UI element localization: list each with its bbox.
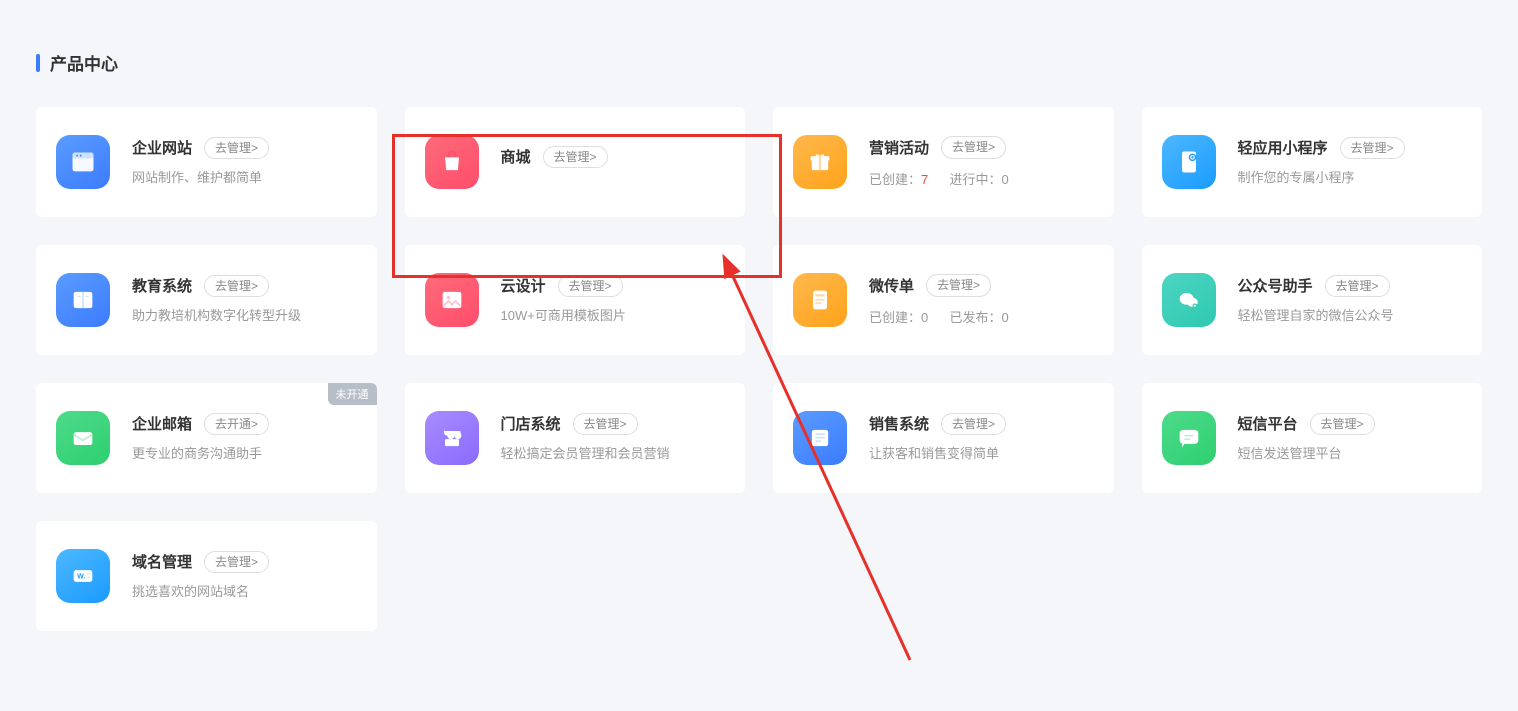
card-flyer[interactable]: 微传单 去管理> 已创建：0 已发布：0 bbox=[773, 245, 1114, 355]
list-icon bbox=[793, 411, 847, 465]
card-marketing[interactable]: 营销活动 去管理> 已创建：7 进行中：0 bbox=[773, 107, 1114, 217]
card-desc: 短信发送管理平台 bbox=[1238, 445, 1461, 463]
wechat-icon bbox=[1162, 273, 1216, 327]
card-title: 企业网站 bbox=[132, 137, 192, 158]
card-domain-management[interactable]: W. 域名管理 去管理> 挑选喜欢的网站域名 bbox=[36, 521, 377, 631]
miniprogram-icon bbox=[1162, 135, 1216, 189]
manage-button[interactable]: 去管理> bbox=[941, 413, 1006, 436]
manage-button[interactable]: 去管理> bbox=[1340, 137, 1405, 160]
manage-button[interactable]: 去管理> bbox=[573, 413, 638, 436]
manage-button[interactable]: 去管理> bbox=[204, 137, 269, 160]
card-desc: 网站制作、维护都简单 bbox=[132, 169, 355, 187]
card-title: 短信平台 bbox=[1238, 413, 1298, 434]
store-icon bbox=[425, 411, 479, 465]
stats-publish-label: 已发布： bbox=[950, 310, 1002, 325]
card-title: 营销活动 bbox=[869, 137, 929, 158]
card-title: 门店系统 bbox=[501, 413, 561, 434]
book-icon bbox=[56, 273, 110, 327]
card-desc: 10W+可商用模板图片 bbox=[501, 307, 724, 325]
card-miniprogram[interactable]: 轻应用小程序 去管理> 制作您的专属小程序 bbox=[1142, 107, 1483, 217]
card-title: 云设计 bbox=[501, 275, 546, 296]
section-title-text: 产品中心 bbox=[50, 50, 118, 75]
manage-button[interactable]: 去管理> bbox=[1325, 275, 1390, 298]
card-title: 商城 bbox=[501, 146, 531, 167]
image-icon bbox=[425, 273, 479, 327]
card-enterprise-website[interactable]: 企业网站 去管理> 网站制作、维护都简单 bbox=[36, 107, 377, 217]
card-wechat-assistant[interactable]: 公众号助手 去管理> 轻松管理自家的微信公众号 bbox=[1142, 245, 1483, 355]
card-sales-system[interactable]: 销售系统 去管理> 让获客和销售变得简单 bbox=[773, 383, 1114, 493]
mail-icon bbox=[56, 411, 110, 465]
manage-button[interactable]: 去管理> bbox=[558, 275, 623, 298]
activate-button[interactable]: 去开通> bbox=[204, 413, 269, 436]
card-desc: 挑选喜欢的网站域名 bbox=[132, 583, 355, 601]
card-desc: 制作您的专属小程序 bbox=[1238, 169, 1461, 187]
shopping-bag-icon bbox=[425, 135, 479, 189]
manage-button[interactable]: 去管理> bbox=[543, 146, 608, 169]
gift-icon bbox=[793, 135, 847, 189]
card-desc: 让获客和销售变得简单 bbox=[869, 445, 1092, 463]
message-icon bbox=[1162, 411, 1216, 465]
svg-text:W.: W. bbox=[77, 573, 85, 580]
card-title: 域名管理 bbox=[132, 551, 192, 572]
card-education[interactable]: 教育系统 去管理> 助力教培机构数字化转型升级 bbox=[36, 245, 377, 355]
card-desc: 轻松搞定会员管理和会员营销 bbox=[501, 445, 724, 463]
manage-button[interactable]: 去管理> bbox=[941, 136, 1006, 159]
stats-created-label: 已创建： bbox=[869, 172, 921, 187]
stats-running-value: 0 bbox=[1002, 172, 1009, 187]
card-title: 教育系统 bbox=[132, 275, 192, 296]
stats-created-label: 已创建： bbox=[869, 310, 921, 325]
card-title: 微传单 bbox=[869, 275, 914, 296]
flyer-icon bbox=[793, 273, 847, 327]
manage-button[interactable]: 去管理> bbox=[204, 275, 269, 298]
card-desc: 助力教培机构数字化转型升级 bbox=[132, 307, 355, 325]
card-store-system[interactable]: 门店系统 去管理> 轻松搞定会员管理和会员营销 bbox=[405, 383, 746, 493]
title-bar bbox=[36, 54, 40, 72]
card-stats: 已创建：0 已发布：0 bbox=[869, 307, 1092, 326]
section-title: 产品中心 bbox=[36, 50, 1482, 75]
stats-created-value: 0 bbox=[921, 310, 928, 325]
stats-created-value: 7 bbox=[921, 172, 928, 187]
card-cloud-design[interactable]: 云设计 去管理> 10W+可商用模板图片 bbox=[405, 245, 746, 355]
website-icon bbox=[56, 135, 110, 189]
domain-icon: W. bbox=[56, 549, 110, 603]
card-stats: 已创建：7 进行中：0 bbox=[869, 169, 1092, 188]
not-activated-badge: 未开通 bbox=[328, 383, 377, 405]
manage-button[interactable]: 去管理> bbox=[204, 551, 269, 574]
card-enterprise-mail[interactable]: 未开通 企业邮箱 去开通> 更专业的商务沟通助手 bbox=[36, 383, 377, 493]
card-title: 销售系统 bbox=[869, 413, 929, 434]
card-title: 企业邮箱 bbox=[132, 413, 192, 434]
manage-button[interactable]: 去管理> bbox=[1310, 413, 1375, 436]
card-mall[interactable]: 商城 去管理> bbox=[405, 107, 746, 217]
card-desc: 更专业的商务沟通助手 bbox=[132, 445, 355, 463]
card-sms-platform[interactable]: 短信平台 去管理> 短信发送管理平台 bbox=[1142, 383, 1483, 493]
manage-button[interactable]: 去管理> bbox=[926, 274, 991, 297]
card-title: 轻应用小程序 bbox=[1238, 137, 1328, 158]
card-title: 公众号助手 bbox=[1238, 275, 1313, 296]
card-desc: 轻松管理自家的微信公众号 bbox=[1238, 307, 1461, 325]
stats-running-label: 进行中： bbox=[950, 172, 1002, 187]
stats-publish-value: 0 bbox=[1002, 310, 1009, 325]
